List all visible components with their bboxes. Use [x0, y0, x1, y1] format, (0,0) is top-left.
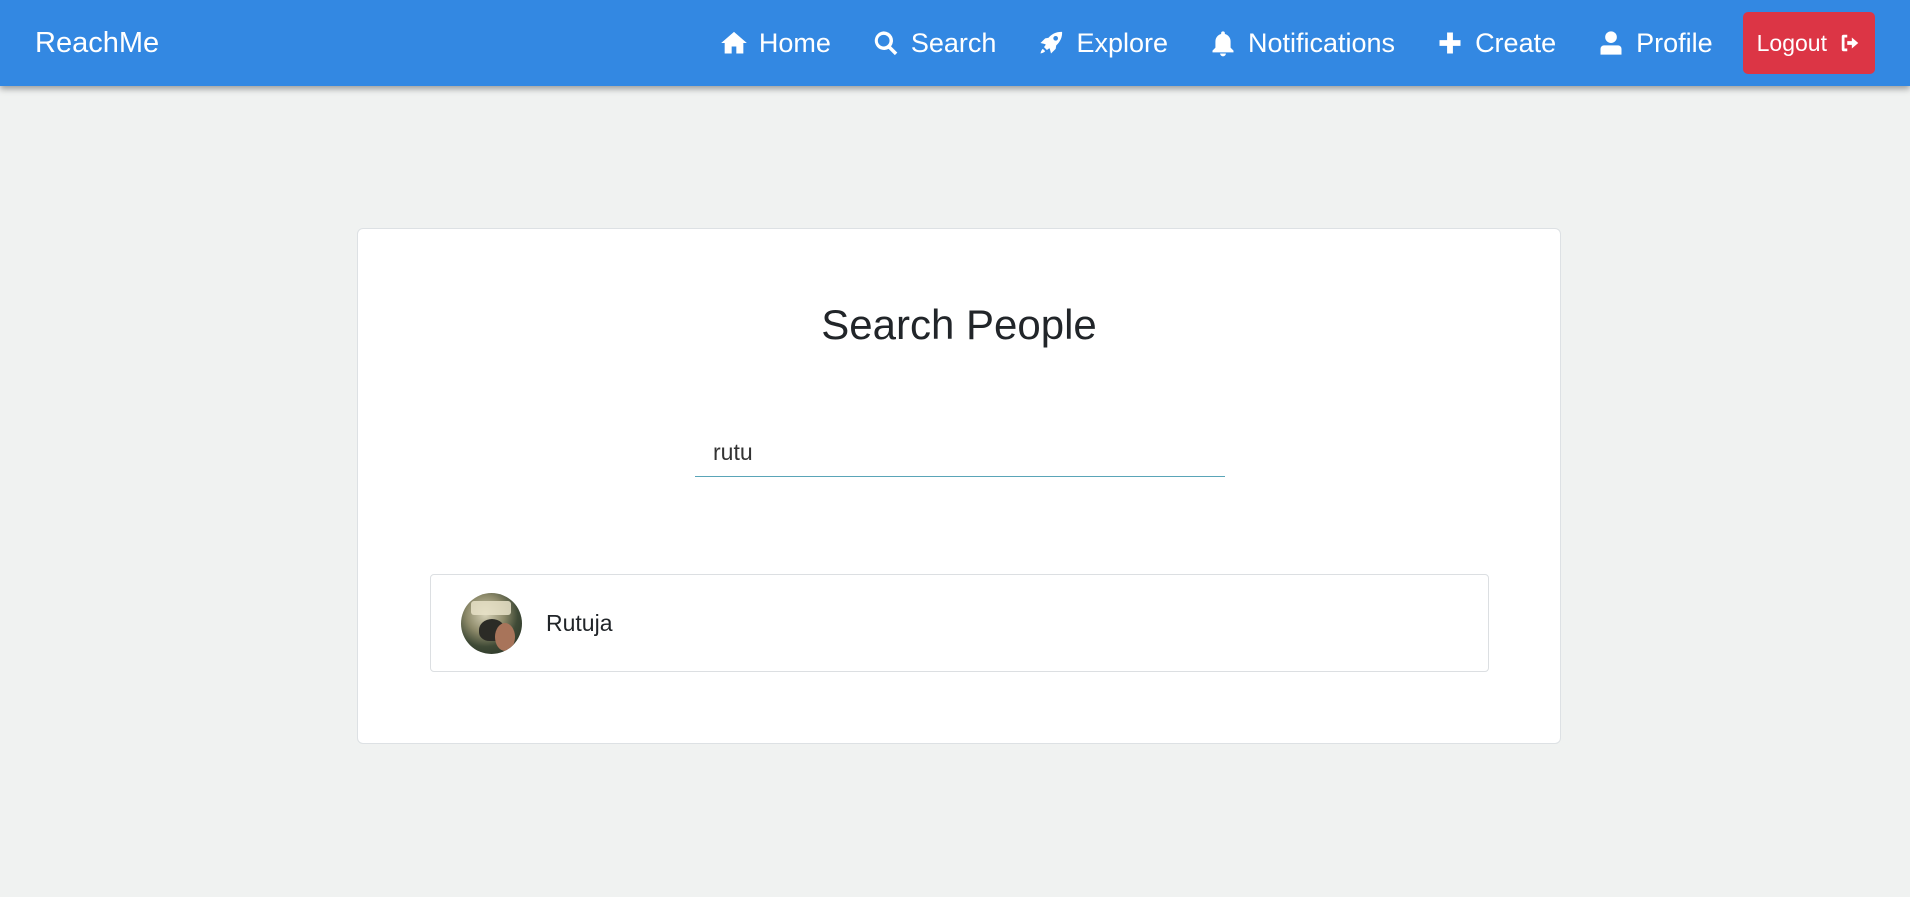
- sign-out-icon: [1839, 32, 1861, 54]
- brand-logo[interactable]: ReachMe: [35, 27, 159, 60]
- nav-search[interactable]: Search: [851, 0, 1017, 86]
- search-card: Search People Rutuja: [357, 228, 1561, 744]
- nav-create-label: Create: [1475, 27, 1557, 58]
- avatar: [461, 592, 522, 654]
- nav-explore-label: Explore: [1076, 27, 1168, 58]
- user-icon: [1596, 28, 1626, 58]
- nav-explore[interactable]: Explore: [1016, 0, 1188, 86]
- page-title: Search People: [821, 301, 1097, 348]
- list-item[interactable]: Rutuja: [430, 574, 1489, 672]
- nav-notifications-label: Notifications: [1247, 27, 1396, 58]
- result-name: Rutuja: [546, 609, 613, 636]
- rocket-icon: [1036, 28, 1066, 58]
- search-input-wrapper: [695, 429, 1225, 477]
- home-icon: [719, 28, 749, 58]
- bell-icon: [1208, 28, 1238, 58]
- logout-label: Logout: [1756, 29, 1827, 56]
- plus-icon: [1435, 28, 1465, 58]
- nav-home[interactable]: Home: [699, 0, 851, 86]
- nav-search-label: Search: [910, 27, 997, 58]
- logout-button[interactable]: Logout: [1742, 12, 1875, 74]
- nav-profile-label: Profile: [1636, 27, 1713, 58]
- nav-home-label: Home: [758, 27, 831, 58]
- nav-notifications[interactable]: Notifications: [1188, 0, 1415, 86]
- nav-create[interactable]: Create: [1415, 0, 1576, 86]
- search-results: Rutuja: [430, 574, 1489, 672]
- nav-items: Home Search Explore Notifications Create: [699, 0, 1875, 86]
- search-icon: [871, 28, 901, 58]
- top-navbar: ReachMe Home Search Explore Notification…: [0, 0, 1910, 86]
- search-input[interactable]: [695, 429, 1225, 477]
- nav-profile[interactable]: Profile: [1576, 0, 1733, 86]
